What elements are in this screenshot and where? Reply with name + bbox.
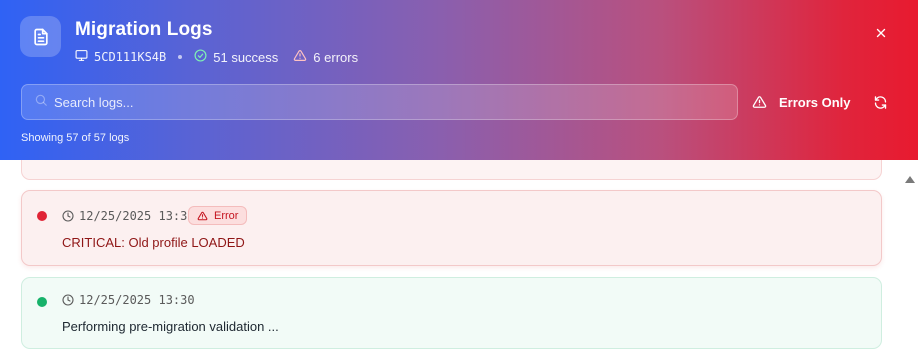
- search-icon: [34, 93, 48, 112]
- search-input[interactable]: [54, 94, 694, 110]
- timestamp-text: 12/25/2025 13:30: [79, 293, 195, 307]
- errors-only-button[interactable]: Errors Only: [752, 91, 851, 113]
- log-message: CRITICAL: Old profile LOADED: [62, 235, 245, 250]
- clock-icon: [62, 210, 74, 222]
- errors-only-label: Errors Only: [779, 94, 851, 110]
- warning-icon: [752, 96, 767, 108]
- scrollbar[interactable]: [901, 160, 918, 357]
- header: Migration Logs 5CD111KS4B 51 success 6 e…: [0, 0, 918, 160]
- header-meta: 5CD111KS4B 51 success 6 errors: [75, 48, 358, 66]
- badge-label: Error: [214, 209, 239, 222]
- warning-icon: [293, 49, 313, 65]
- timestamp-text: 12/25/2025 13:30: [79, 209, 195, 223]
- scroll-up-arrow-icon[interactable]: [905, 176, 915, 183]
- status-badge: Error: [188, 206, 248, 225]
- list-item: [21, 160, 882, 180]
- clock-icon: [62, 294, 74, 306]
- log-list[interactable]: 12/25/2025 13:30 Error CRITICAL: Old pro…: [0, 160, 918, 357]
- list-item: 12/25/2025 13:30 Error CRITICAL: Old pro…: [21, 190, 882, 266]
- device-id: 5CD111KS4B: [94, 50, 167, 64]
- error-status-dot: [37, 211, 47, 221]
- close-icon: [876, 28, 886, 38]
- success-count: 51 success: [213, 49, 279, 65]
- check-circle-icon: [194, 49, 213, 65]
- showing-count: Showing 57 of 57 logs: [21, 132, 130, 144]
- monitor-icon: [75, 49, 94, 65]
- error-count: 6 errors: [313, 49, 359, 65]
- meta-separator: [178, 55, 183, 59]
- success-status-dot: [37, 297, 47, 307]
- timestamp: 12/25/2025 13:30: [62, 209, 195, 223]
- refresh-icon: [874, 95, 886, 109]
- page-title: Migration Logs: [75, 19, 213, 40]
- log-message: Performing pre-migration validation ...: [62, 319, 279, 334]
- close-button[interactable]: [871, 23, 891, 43]
- timestamp: 12/25/2025 13:30: [62, 293, 195, 307]
- refresh-button[interactable]: [870, 92, 890, 112]
- warning-icon: [197, 211, 208, 220]
- search-box[interactable]: [21, 84, 738, 120]
- list-item: 12/25/2025 13:30 Performing pre-migratio…: [21, 277, 882, 349]
- document-icon: [20, 16, 61, 57]
